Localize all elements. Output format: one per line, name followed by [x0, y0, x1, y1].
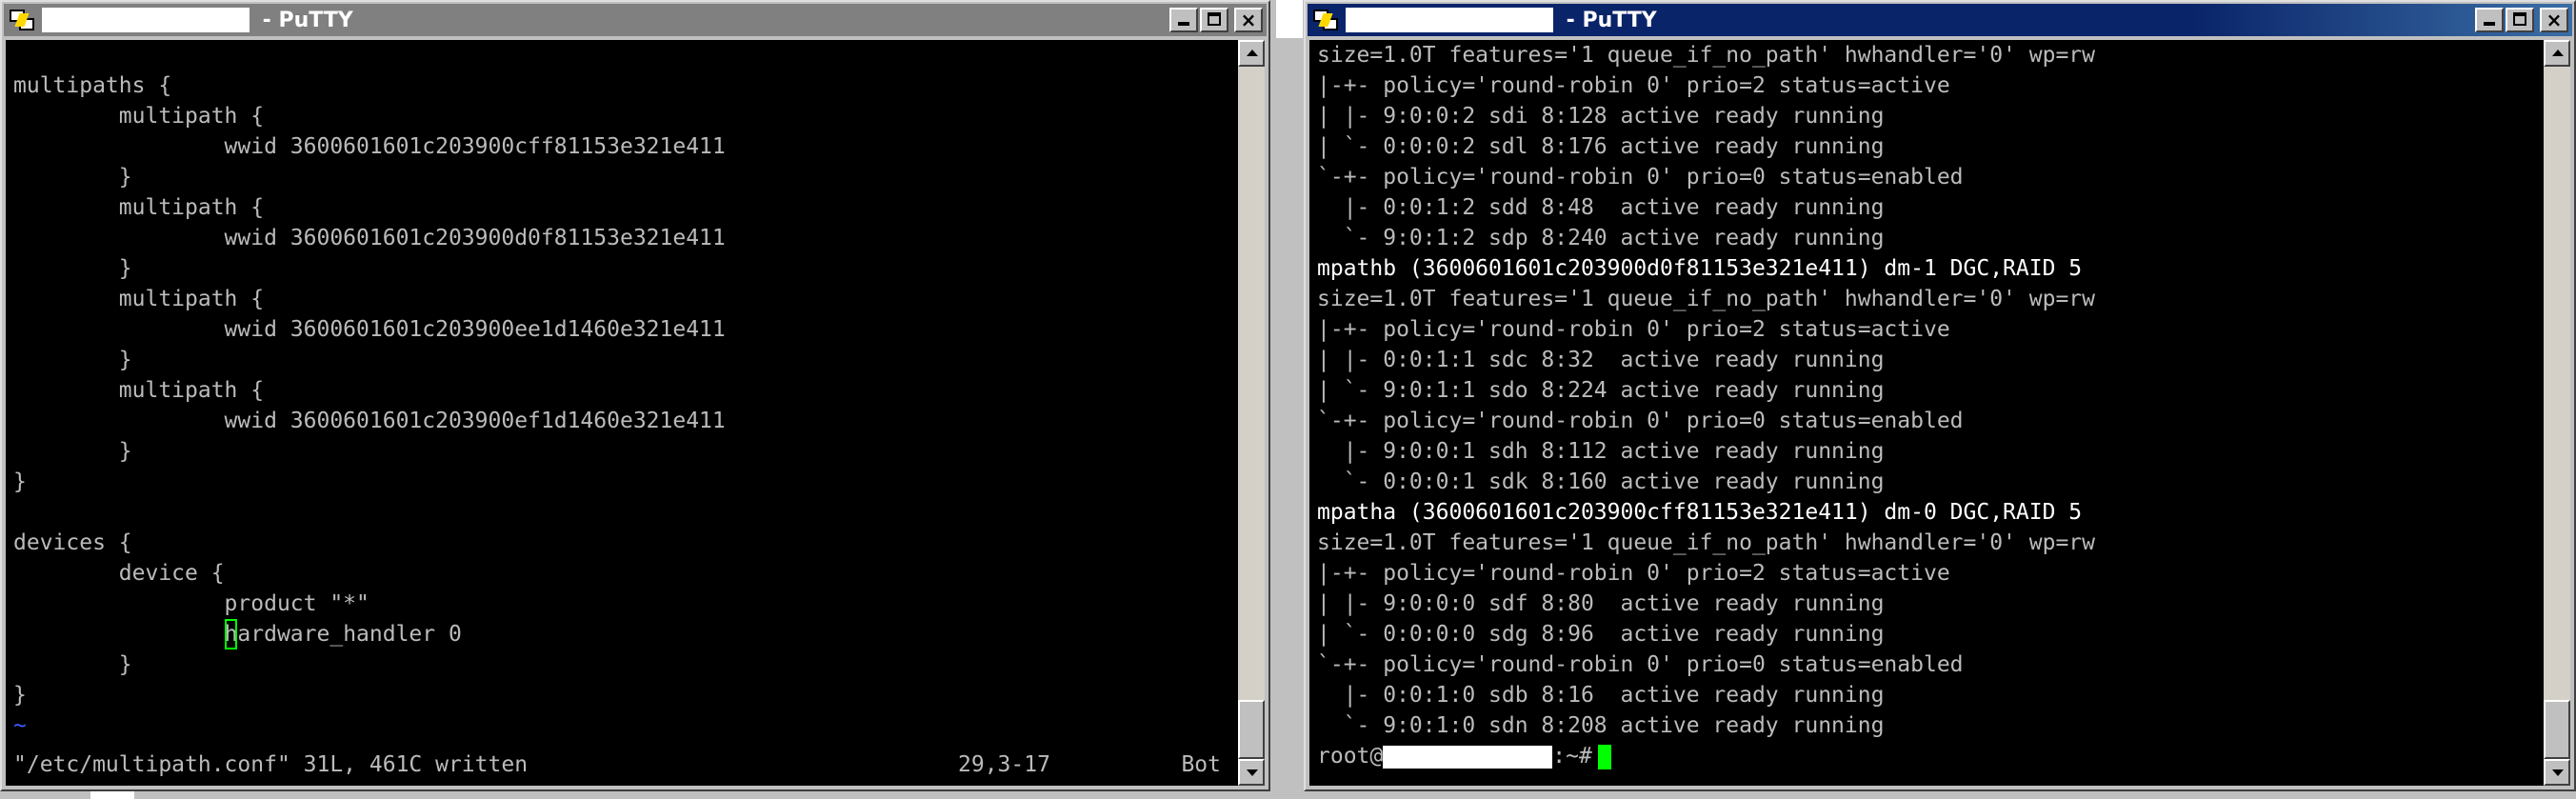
scroll-down-button[interactable]: [1238, 759, 1265, 786]
output-line: `-+- policy='round-robin 0' prio=0 statu…: [1317, 409, 1964, 433]
empty-line-tilde: ~: [13, 713, 27, 738]
desktop-icon-fragment: [1276, 0, 1303, 38]
output-line: | |- 0:0:1:1 sdc 8:32 active ready runni…: [1317, 348, 1885, 372]
output-line: |- 0:0:1:2 sdd 8:48 active ready running: [1317, 195, 1885, 220]
window-title: - PuTTY: [255, 8, 353, 32]
maximize-icon: [2513, 12, 2526, 26]
output-line: | `- 0:0:0:0 sdg 8:96 active ready runni…: [1317, 622, 1885, 647]
arrow-up-icon: [2552, 50, 2564, 56]
vertical-scrollbar[interactable]: [1238, 40, 1265, 786]
buffer-line: multipath {: [13, 378, 265, 403]
output-line: size=1.0T features='1 queue_if_no_path' …: [1317, 530, 2095, 555]
title-bar[interactable]: - PuTTY ×: [1308, 4, 2572, 36]
buffer-line: wwid 3600601601c203900ef1d1460e321e411: [13, 409, 726, 433]
buffer-line: device {: [13, 561, 225, 586]
buffer-line: [13, 497, 726, 528]
output-line: size=1.0T features='1 queue_if_no_path' …: [1317, 287, 2095, 311]
vim-cursor-position: 29,3-17: [958, 752, 1050, 777]
maximize-button[interactable]: [2506, 8, 2534, 32]
buffer-line: }: [13, 683, 27, 708]
close-button[interactable]: ×: [2540, 8, 2568, 32]
multipath-output: size=1.0T features='1 queue_if_no_path' …: [1317, 40, 2095, 771]
output-line: `- 0:0:0:1 sdk 8:160 active ready runnin…: [1317, 469, 1885, 494]
buffer-line: wwid 3600601601c203900d0f81153e321e411: [13, 226, 726, 250]
terminal-area[interactable]: size=1.0T features='1 queue_if_no_path' …: [1309, 40, 2544, 786]
buffer-line: [13, 40, 726, 70]
buffer-line-cursor: hardware_handler 0: [13, 619, 726, 649]
arrow-up-icon: [1247, 50, 1258, 56]
buffer-line: multipaths {: [13, 73, 172, 98]
buffer-line: wwid 3600601601c203900ee1d1460e321e411: [13, 317, 726, 342]
scroll-thumb[interactable]: [2544, 700, 2570, 759]
scroll-up-button[interactable]: [2544, 40, 2570, 67]
scroll-up-button[interactable]: [1238, 40, 1265, 67]
buffer-line: multipath {: [13, 287, 265, 311]
putty-icon[interactable]: [1313, 8, 1338, 32]
vim-status-message: "/etc/multipath.conf" 31L, 461C written: [13, 752, 529, 777]
putty-window-left[interactable]: - PuTTY × multipaths { multipath { wwid …: [0, 0, 1270, 791]
output-line: |- 9:0:0:1 sdh 8:112 active ready runnin…: [1317, 439, 1885, 464]
maximize-icon: [1208, 12, 1221, 26]
output-line: size=1.0T features='1 queue_if_no_path' …: [1317, 43, 2095, 68]
output-line: `-+- policy='round-robin 0' prio=0 statu…: [1317, 165, 1964, 190]
vertical-scrollbar[interactable]: [2544, 40, 2570, 786]
buffer-line: }: [13, 165, 132, 190]
output-line: | |- 9:0:0:2 sdi 8:128 active ready runn…: [1317, 104, 1885, 129]
arrow-down-icon: [1247, 769, 1258, 776]
multipath-device-header: mpatha (3600601601c203900cff81153e321e41…: [1317, 500, 2083, 525]
buffer-line: wwid 3600601601c203900cff81153e321e411: [13, 134, 726, 159]
taskbar-fragment: [90, 791, 134, 799]
arrow-down-icon: [2552, 769, 2564, 776]
redacted-hostname: [42, 8, 250, 32]
redacted-hostname: [1383, 745, 1553, 769]
putty-icon[interactable]: [10, 8, 34, 32]
output-line: | |- 9:0:0:0 sdf 8:80 active ready runni…: [1317, 591, 1885, 616]
redacted-hostname: [1346, 8, 1553, 32]
vim-scroll-indicator: Bot: [1181, 752, 1221, 777]
buffer-line: }: [13, 348, 132, 372]
vim-buffer: multipaths { multipath { wwid 3600601601…: [13, 40, 726, 741]
close-icon: ×: [1240, 9, 1257, 31]
minimize-icon: [1178, 22, 1189, 26]
minimize-button[interactable]: [2475, 8, 2504, 32]
output-line: `- 9:0:1:2 sdp 8:240 active ready runnin…: [1317, 226, 1885, 250]
terminal-cursor: [1597, 744, 1611, 769]
output-line: |-+- policy='round-robin 0' prio=2 statu…: [1317, 561, 1950, 586]
text-cursor: h: [224, 619, 238, 649]
buffer-line: product "*": [13, 591, 369, 616]
close-icon: ×: [2546, 9, 2563, 31]
maximize-button[interactable]: [1200, 8, 1228, 32]
multipath-device-header: mpathb (3600601601c203900d0f81153e321e41…: [1317, 256, 2083, 281]
output-line: `- 9:0:1:0 sdn 8:208 active ready runnin…: [1317, 713, 1885, 738]
minimize-button[interactable]: [1169, 8, 1198, 32]
window-title: - PuTTY: [1559, 8, 1657, 32]
output-line: |- 0:0:1:0 sdb 8:16 active ready running: [1317, 683, 1885, 708]
buffer-line: multipath {: [13, 195, 265, 220]
prompt-suffix: :~#: [1552, 744, 1592, 769]
buffer-line: }: [13, 439, 132, 464]
buffer-line: }: [13, 256, 132, 281]
output-line: `-+- policy='round-robin 0' prio=0 statu…: [1317, 652, 1964, 677]
buffer-line: devices {: [13, 530, 132, 555]
shell-prompt[interactable]: root@ :~#: [1317, 741, 2095, 771]
buffer-line: }: [13, 652, 132, 677]
output-line: | `- 9:0:1:1 sdo 8:224 active ready runn…: [1317, 378, 1885, 403]
buffer-line: multipath {: [13, 104, 265, 129]
output-line: | `- 0:0:0:2 sdl 8:176 active ready runn…: [1317, 134, 1885, 159]
scroll-thumb[interactable]: [1238, 700, 1265, 759]
title-bar[interactable]: - PuTTY ×: [4, 4, 1267, 36]
output-line: |-+- policy='round-robin 0' prio=2 statu…: [1317, 317, 1950, 342]
buffer-line: }: [13, 469, 27, 494]
minimize-icon: [2484, 22, 2495, 26]
desktop-background: [1270, 0, 1304, 799]
putty-window-right[interactable]: - PuTTY × size=1.0T features='1 queue_if…: [1304, 0, 2576, 791]
prompt-user: root@: [1317, 744, 1384, 769]
output-line: |-+- policy='round-robin 0' prio=2 statu…: [1317, 73, 1950, 98]
scroll-down-button[interactable]: [2544, 759, 2570, 786]
terminal-area[interactable]: multipaths { multipath { wwid 3600601601…: [6, 40, 1238, 786]
close-button[interactable]: ×: [1234, 8, 1263, 32]
